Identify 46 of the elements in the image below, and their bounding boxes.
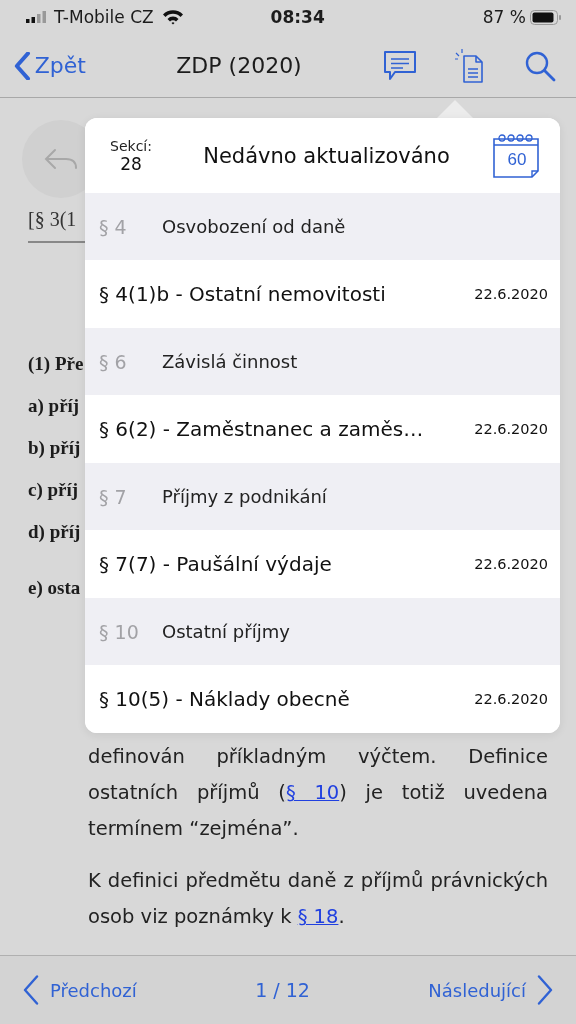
- note-paragraph: K definici předmětu daně z příjmů právnických osob viz poznámky k § 18.: [88, 868, 548, 930]
- section-number: § 6: [99, 350, 128, 373]
- chevron-left-icon: [22, 975, 40, 1005]
- search-icon: [524, 49, 556, 82]
- law-text-line: c) příj: [28, 479, 79, 501]
- carrier-name: T-Mobile CZ: [54, 7, 154, 27]
- section-count: 28: [120, 153, 142, 174]
- law-text-line: e) osta: [28, 577, 81, 599]
- section-reference: [§ 3(1: [28, 208, 77, 231]
- update-item[interactable]: § 6(2) - Zaměstnanec a zaměs… 22.6.2020: [85, 395, 560, 463]
- section-link[interactable]: § 18: [297, 905, 339, 928]
- popover-title: Nedávno aktualizováno: [202, 143, 451, 168]
- wifi-icon: [161, 9, 184, 25]
- page-counter: 1 / 12: [255, 979, 310, 1001]
- chevron-left-icon: [14, 51, 31, 80]
- section-title: Osvobození od daně: [162, 216, 346, 237]
- battery-icon: [530, 9, 562, 25]
- previous-button[interactable]: Předchozí: [22, 975, 137, 1005]
- battery-percent: 87 %: [482, 7, 526, 27]
- speech-bubble-icon: [383, 49, 417, 82]
- section-link[interactable]: § 10: [285, 781, 340, 804]
- calendar-icon: [492, 132, 542, 179]
- section-title: Ostatní příjmy: [162, 621, 290, 642]
- note-paragraph: definován příkladným výčtem. Definice ostatních příjmů (§ 10) je totiž uvedena termínem “zejména”.: [88, 744, 548, 842]
- law-text-line: d) příj: [28, 521, 81, 543]
- update-item[interactable]: § 10(5) - Náklady obecně 22.6.2020: [85, 665, 560, 733]
- count-label: Sekcí:: [110, 137, 152, 154]
- return-arrow-icon: [44, 148, 78, 170]
- document-sparkle-icon: [454, 47, 486, 84]
- section-title: Příjmy z podnikání: [162, 486, 327, 507]
- nav-title: ZDP (2020): [175, 53, 303, 78]
- signal-icon: [26, 11, 48, 23]
- next-button[interactable]: Následující: [428, 975, 554, 1005]
- section-number: § 10: [99, 620, 140, 643]
- back-button[interactable]: Zpět: [14, 51, 86, 80]
- law-text-line: a) příj: [28, 395, 80, 417]
- law-text-line: b) příj: [28, 437, 81, 459]
- update-item[interactable]: § 7(7) - Paušální výdaje 22.6.2020: [85, 530, 560, 598]
- section-title: Závislá činnost: [162, 351, 298, 372]
- law-text-line: (1) Pře: [28, 353, 84, 375]
- section-number: § 7: [99, 485, 128, 508]
- update-item[interactable]: § 4(1)b - Ostatní nemovitosti 22.6.2020: [85, 260, 560, 328]
- calendar-button[interactable]: 60: [492, 132, 542, 179]
- section-number: § 4: [99, 215, 128, 238]
- chevron-right-icon: [536, 975, 554, 1005]
- clock-time: 08:34: [270, 7, 325, 27]
